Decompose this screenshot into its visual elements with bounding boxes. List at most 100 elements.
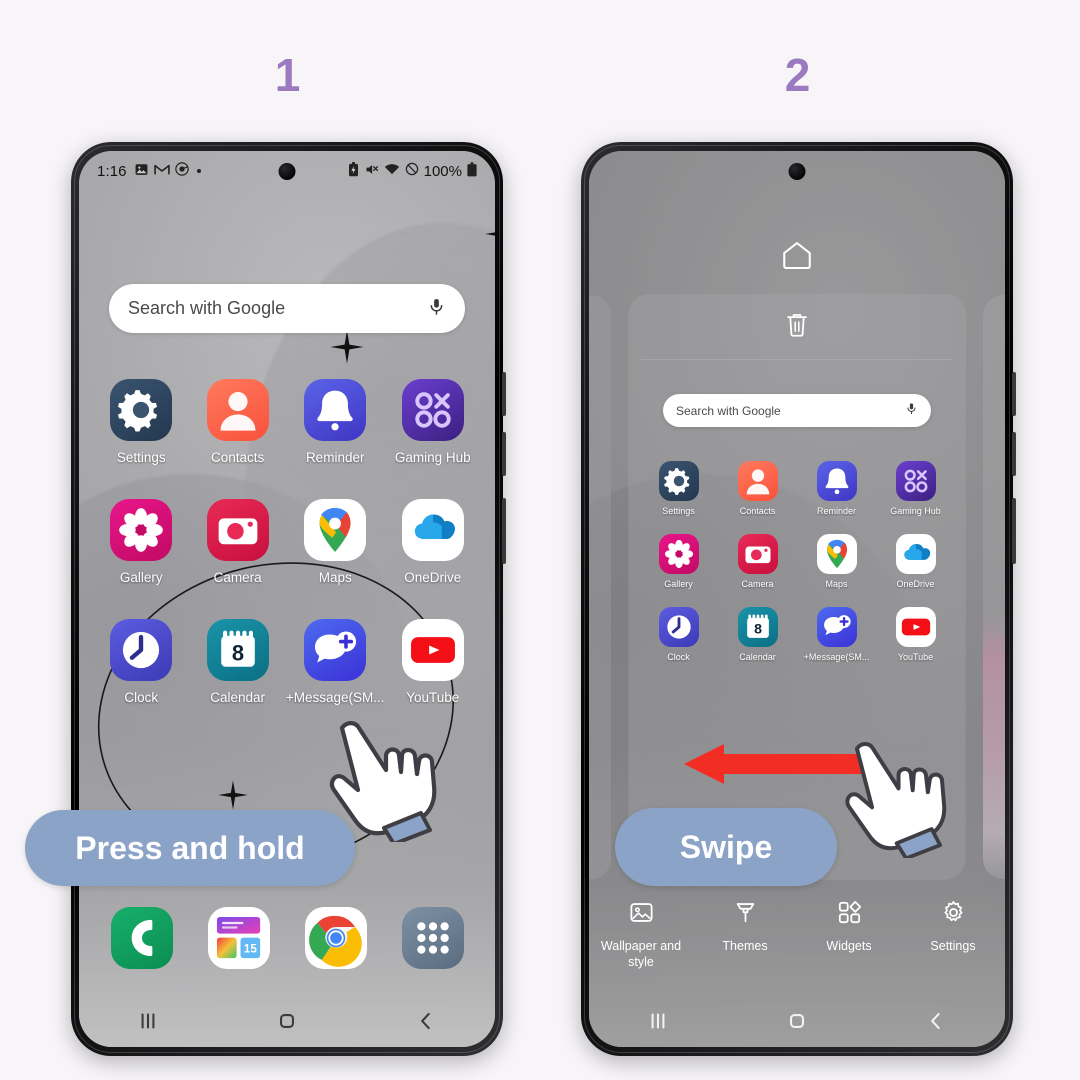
app-icon-maps[interactable]: Maps <box>286 499 385 585</box>
app-icon-camera[interactable]: Camera <box>718 534 797 589</box>
app-icon-settings[interactable]: Settings <box>639 461 718 516</box>
app-icon-gaming-hub[interactable]: Gaming Hub <box>876 461 955 516</box>
battery-saver-icon <box>348 161 359 181</box>
power-button[interactable] <box>1012 498 1016 564</box>
toolbar-item-themes[interactable]: Themes <box>693 899 797 955</box>
pointing-hand-cursor-1 <box>329 721 437 842</box>
app-icon-settings[interactable]: Settings <box>93 379 189 465</box>
app-label: Settings <box>662 506 695 516</box>
volume-down-button[interactable] <box>502 432 506 476</box>
dock-item-widgets[interactable]: 15 <box>190 907 287 969</box>
app-icon--message-sm[interactable]: +Message(SM... <box>797 607 876 662</box>
app-icon-gallery[interactable]: Gallery <box>93 499 189 585</box>
wallpaper-image-icon <box>628 899 655 931</box>
app-label: Maps <box>825 579 848 589</box>
back-chevron-icon[interactable] <box>923 1008 949 1034</box>
app-icon-camera[interactable]: Camera <box>189 499 285 585</box>
front-camera-punch-hole <box>278 163 296 180</box>
app-label: +Message(SM... <box>285 690 385 705</box>
phone-2: Search with Google Settings Contacts Remin… <box>581 142 1016 1056</box>
app-icon-reminder[interactable]: Reminder <box>797 461 876 516</box>
app-label: Camera <box>213 570 262 585</box>
volume-down-button[interactable] <box>1012 432 1016 476</box>
camera-icon <box>737 534 778 574</box>
app-icon-maps[interactable]: Maps <box>797 534 876 589</box>
app-icon-gallery[interactable]: Gallery <box>639 534 718 589</box>
microphone-icon[interactable] <box>427 297 446 321</box>
phone-2-screen[interactable]: Search with Google Settings Contacts Remin… <box>589 151 1005 1047</box>
app-icon-calendar[interactable]: 8 Calendar <box>189 619 285 705</box>
callout-label: Swipe <box>679 828 773 865</box>
toolbar-item-wallpaper-and-style[interactable]: Wallpaper and style <box>589 899 693 970</box>
home-square-icon[interactable] <box>274 1008 300 1034</box>
volume-up-button[interactable] <box>1012 372 1016 416</box>
svg-text:15: 15 <box>244 943 258 956</box>
gmail-icon <box>153 163 170 180</box>
app-label: +Message(SM... <box>803 652 870 662</box>
power-button[interactable] <box>502 498 506 564</box>
clock-icon <box>110 619 173 681</box>
toolbar-item-settings[interactable]: Settings <box>901 899 1005 955</box>
edit-mode-toolbar: Wallpaper and style Themes Widgets Setti… <box>589 891 1005 991</box>
app-icon-contacts[interactable]: Contacts <box>189 379 285 465</box>
app-label: Camera <box>741 579 774 589</box>
toolbar-label: Settings <box>930 939 976 953</box>
app-label: Clock <box>124 690 159 705</box>
trash-can-icon[interactable] <box>785 311 810 344</box>
app-label: Gallery <box>119 570 163 585</box>
page-card-previous[interactable] <box>589 295 611 879</box>
app-icon-onedrive[interactable]: OneDrive <box>876 534 955 589</box>
reminder-bell-icon <box>304 379 367 441</box>
app-icon-contacts[interactable]: Contacts <box>718 461 797 516</box>
app-icon-gaming-hub[interactable]: Gaming Hub <box>385 379 481 465</box>
search-bar[interactable]: Search with Google <box>109 284 465 333</box>
dock: 15 <box>93 907 481 969</box>
app-icon--message-sm[interactable]: +Message(SM... <box>286 619 385 705</box>
app-label: Contacts <box>211 450 265 465</box>
chrome-icon <box>304 907 367 969</box>
app-label: Gaming Hub <box>890 506 941 516</box>
dock-item-apps[interactable] <box>384 907 481 969</box>
front-camera-punch-hole <box>788 163 806 180</box>
gaming-hub-icon <box>401 379 464 441</box>
back-chevron-icon[interactable] <box>413 1008 439 1034</box>
gallery-flower-icon <box>110 499 173 561</box>
widgets-grid-icon <box>836 899 863 931</box>
app-icon-reminder[interactable]: Reminder <box>286 379 385 465</box>
app-icon-youtube[interactable]: YouTube <box>876 607 955 662</box>
home-outline-icon[interactable] <box>780 239 814 274</box>
dock-item-phone[interactable] <box>93 907 190 969</box>
app-label: YouTube <box>897 652 934 662</box>
app-icon-calendar[interactable]: 8 Calendar <box>718 607 797 662</box>
app-grid: Settings Contacts Reminder Gaming Hub Galler… <box>639 461 955 662</box>
app-label: Maps <box>318 570 352 585</box>
recents-icon[interactable] <box>135 1008 161 1034</box>
navigation-bar <box>589 995 1005 1047</box>
microphone-icon[interactable] <box>905 402 918 420</box>
settings-gear-icon <box>658 461 699 501</box>
volume-up-button[interactable] <box>502 372 506 416</box>
app-label: Gallery <box>664 579 693 589</box>
app-label: Settings <box>116 450 166 465</box>
reminder-bell-icon <box>816 461 857 501</box>
recents-icon[interactable] <box>645 1008 671 1034</box>
search-bar[interactable]: Search with Google <box>663 394 931 427</box>
gaming-hub-icon <box>895 461 936 501</box>
battery-full-icon <box>467 161 477 181</box>
app-icon-onedrive[interactable]: OneDrive <box>385 499 481 585</box>
status-time: 1:16 <box>97 162 127 180</box>
app-label: Gaming Hub <box>394 450 471 465</box>
app-icon-clock[interactable]: Clock <box>639 607 718 662</box>
dock-item-chrome[interactable] <box>287 907 384 969</box>
app-icon-clock[interactable]: Clock <box>93 619 189 705</box>
page-card-next[interactable] <box>983 295 1005 879</box>
app-label: Calendar <box>739 652 776 662</box>
toolbar-item-widgets[interactable]: Widgets <box>797 899 901 955</box>
contacts-person-icon <box>206 379 269 441</box>
phone-1-screen[interactable]: 1:16 100% Search with Google Settings Co… <box>79 151 495 1047</box>
battery-percent: 100% <box>423 162 462 180</box>
home-square-icon[interactable] <box>784 1008 810 1034</box>
app-icon-youtube[interactable]: YouTube <box>385 619 481 705</box>
search-placeholder: Search with Google <box>128 298 286 318</box>
contacts-person-icon <box>737 461 778 501</box>
